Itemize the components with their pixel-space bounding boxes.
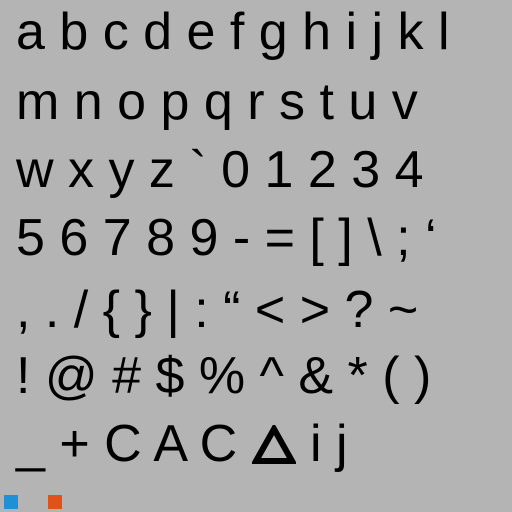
orange-swatch bbox=[48, 495, 62, 509]
glyph-sheet: a b c d e f g h i j k l m n o p q r s t … bbox=[0, 0, 512, 512]
blue-swatch bbox=[4, 495, 18, 509]
glyph-row-3: w x y z ` 0 1 2 3 4 bbox=[16, 141, 424, 199]
glyph-row-5: , . / { } | : “ < > ? ~ bbox=[16, 281, 419, 339]
glyph-row-7: _ + C A C i j bbox=[16, 412, 348, 476]
glyph-row-2: m n o p q r s t u v bbox=[16, 73, 418, 131]
glyph-row-1: a b c d e f g h i j k l bbox=[16, 3, 450, 61]
glyph-row-7-end: i j bbox=[310, 415, 348, 473]
glyph-row-4: 5 6 7 8 9 - = [ ] \ ; ‘ bbox=[16, 209, 437, 267]
glyph-row-6: ! @ # $ % ^ & * ( ) bbox=[16, 347, 432, 405]
glyph-row-7-start: _ + C A C bbox=[16, 415, 238, 473]
triangle-outline-icon bbox=[250, 422, 297, 464]
